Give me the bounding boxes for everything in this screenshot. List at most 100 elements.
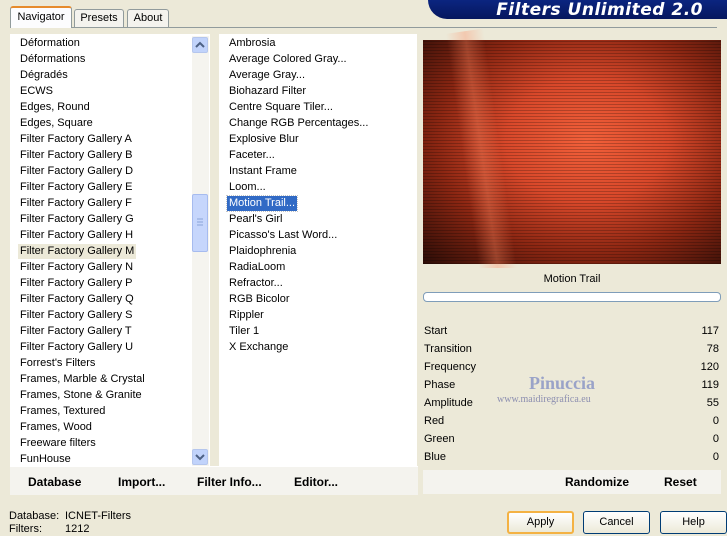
import-button[interactable]: Import... bbox=[118, 475, 165, 489]
category-item[interactable]: Forrest's Filters bbox=[18, 356, 97, 371]
filter-item[interactable]: RadiaLoom bbox=[227, 260, 287, 275]
category-item[interactable]: Filter Factory Gallery N bbox=[18, 260, 135, 275]
tab-divider bbox=[10, 27, 717, 28]
scroll-up-button[interactable] bbox=[192, 37, 208, 53]
parameter-value: 55 bbox=[706, 397, 719, 409]
filter-item[interactable]: Loom... bbox=[227, 180, 268, 195]
chevron-down-icon bbox=[195, 454, 205, 461]
filter-item[interactable]: Motion Trail... bbox=[225, 195, 299, 212]
grip-icon bbox=[197, 218, 203, 226]
status-database-value: ICNET-Filters bbox=[65, 510, 131, 522]
category-item[interactable]: Filter Factory Gallery H bbox=[18, 228, 135, 243]
category-item[interactable]: Filter Factory Gallery P bbox=[18, 276, 134, 291]
filter-item[interactable]: Plaidophrenia bbox=[227, 244, 298, 259]
category-item[interactable]: Frames, Marble & Crystal bbox=[18, 372, 147, 387]
filter-item[interactable]: Change RGB Percentages... bbox=[227, 116, 370, 131]
chevron-up-icon bbox=[195, 41, 205, 48]
status-database-label: Database: bbox=[9, 510, 60, 522]
parameter-slider[interactable]: Transition 78 bbox=[423, 340, 721, 358]
filter-item[interactable]: Rippler bbox=[227, 308, 266, 323]
filter-name-bar: Motion Trail bbox=[423, 268, 721, 290]
app-title-banner: Filters Unlimited 2.0 bbox=[428, 0, 727, 20]
filter-info-button[interactable]: Filter Info... bbox=[197, 475, 262, 489]
database-button[interactable]: Database bbox=[28, 475, 81, 489]
filter-item[interactable]: Faceter... bbox=[227, 148, 277, 163]
category-list[interactable]: Déformation Déformations Dégradés ECWS Edges… bbox=[10, 34, 210, 466]
tab-presets[interactable]: Presets bbox=[74, 9, 124, 27]
category-item[interactable]: Edges, Round bbox=[18, 100, 92, 115]
category-item[interactable]: Filter Factory Gallery U bbox=[18, 340, 135, 355]
parameter-slider[interactable]: Green 0 bbox=[423, 430, 721, 448]
parameter-label: Blue bbox=[424, 451, 447, 463]
status-filters-label: Filters: bbox=[9, 523, 42, 535]
tab-about[interactable]: About bbox=[127, 9, 169, 27]
parameter-value: 117 bbox=[701, 325, 719, 337]
filter-item[interactable]: Ambrosia bbox=[227, 36, 277, 51]
watermark-url: www.maidiregrafica.eu bbox=[497, 394, 591, 405]
filter-item[interactable]: Instant Frame bbox=[227, 164, 299, 179]
category-item[interactable]: Filter Factory Gallery A bbox=[18, 132, 134, 147]
scroll-down-button[interactable] bbox=[192, 449, 208, 465]
help-button[interactable]: Help bbox=[660, 511, 727, 534]
category-item[interactable]: ECWS bbox=[18, 84, 55, 99]
parameter-label: Amplitude bbox=[424, 397, 473, 409]
filter-item[interactable]: Tiler 1 bbox=[227, 324, 261, 339]
filter-item[interactable]: Explosive Blur bbox=[227, 132, 301, 147]
parameter-label: Green bbox=[424, 433, 455, 445]
filter-item[interactable]: Picasso's Last Word... bbox=[227, 228, 339, 243]
category-item[interactable]: Frames, Stone & Granite bbox=[18, 388, 144, 403]
filter-item[interactable]: Refractor... bbox=[227, 276, 285, 291]
category-item[interactable]: Edges, Square bbox=[18, 116, 95, 131]
parameter-slider[interactable]: Blue 0 bbox=[423, 448, 721, 466]
category-scrollbar[interactable] bbox=[192, 36, 209, 466]
filter-item[interactable]: X Exchange bbox=[227, 340, 290, 355]
parameter-label: Red bbox=[424, 415, 445, 427]
category-item[interactable]: Déformation bbox=[18, 36, 82, 51]
randomize-button[interactable]: Randomize bbox=[565, 475, 629, 489]
category-item[interactable]: Filter Factory Gallery T bbox=[18, 324, 134, 339]
parameter-label: Transition bbox=[424, 343, 472, 355]
filter-item[interactable]: Pearl's Girl bbox=[227, 212, 284, 227]
parameter-value: 120 bbox=[700, 361, 719, 373]
parameter-value: 0 bbox=[712, 451, 719, 463]
category-item[interactable]: Filter Factory Gallery S bbox=[18, 308, 134, 323]
filter-list[interactable]: Ambrosia Average Colored Gray... Average G… bbox=[219, 34, 417, 466]
category-item[interactable]: Filter Factory Gallery G bbox=[18, 212, 136, 227]
filter-item[interactable]: Average Gray... bbox=[227, 68, 307, 83]
category-item[interactable]: Frames, Wood bbox=[18, 420, 94, 435]
category-item[interactable]: Filter Factory Gallery Q bbox=[18, 292, 136, 307]
scroll-thumb[interactable] bbox=[192, 194, 208, 252]
apply-button[interactable]: Apply bbox=[507, 511, 574, 534]
parameter-value: 0 bbox=[712, 415, 719, 427]
category-item[interactable]: Frames, Textured bbox=[18, 404, 107, 419]
filter-item[interactable]: RGB Bicolor bbox=[227, 292, 292, 307]
category-item[interactable]: Filter Factory Gallery D bbox=[18, 164, 135, 179]
progress-bar bbox=[423, 292, 721, 302]
category-item[interactable]: Filter Factory Gallery E bbox=[18, 180, 134, 195]
preview-image bbox=[423, 28, 721, 282]
category-item[interactable]: FunHouse bbox=[18, 452, 73, 467]
reset-button[interactable]: Reset bbox=[664, 475, 697, 489]
filter-item[interactable]: Centre Square Tiler... bbox=[227, 100, 335, 115]
parameter-value: 0 bbox=[712, 433, 719, 445]
parameter-slider[interactable]: Red 0 bbox=[423, 412, 721, 430]
parameter-label: Frequency bbox=[424, 361, 476, 373]
tab-navigator[interactable]: Navigator bbox=[10, 6, 72, 28]
cancel-button[interactable]: Cancel bbox=[583, 511, 650, 534]
category-item[interactable]: Freeware filters bbox=[18, 436, 98, 451]
category-item[interactable]: Filter Factory Gallery M bbox=[18, 244, 137, 259]
category-item[interactable]: Déformations bbox=[18, 52, 87, 67]
parameter-label: Start bbox=[424, 325, 448, 337]
filter-item[interactable]: Average Colored Gray... bbox=[227, 52, 349, 67]
parameter-label: Phase bbox=[424, 379, 456, 391]
parameter-value: 78 bbox=[706, 343, 719, 355]
filter-item[interactable]: Biohazard Filter bbox=[227, 84, 308, 99]
watermark-name: Pinuccia bbox=[529, 373, 595, 393]
category-item[interactable]: Filter Factory Gallery B bbox=[18, 148, 134, 163]
category-item[interactable]: Filter Factory Gallery F bbox=[18, 196, 134, 211]
editor-button[interactable]: Editor... bbox=[294, 475, 338, 489]
category-item[interactable]: Dégradés bbox=[18, 68, 70, 83]
parameter-slider[interactable]: Start 117 bbox=[423, 322, 721, 340]
status-filters-value: 1212 bbox=[65, 523, 90, 535]
parameter-value: 119 bbox=[701, 379, 719, 391]
